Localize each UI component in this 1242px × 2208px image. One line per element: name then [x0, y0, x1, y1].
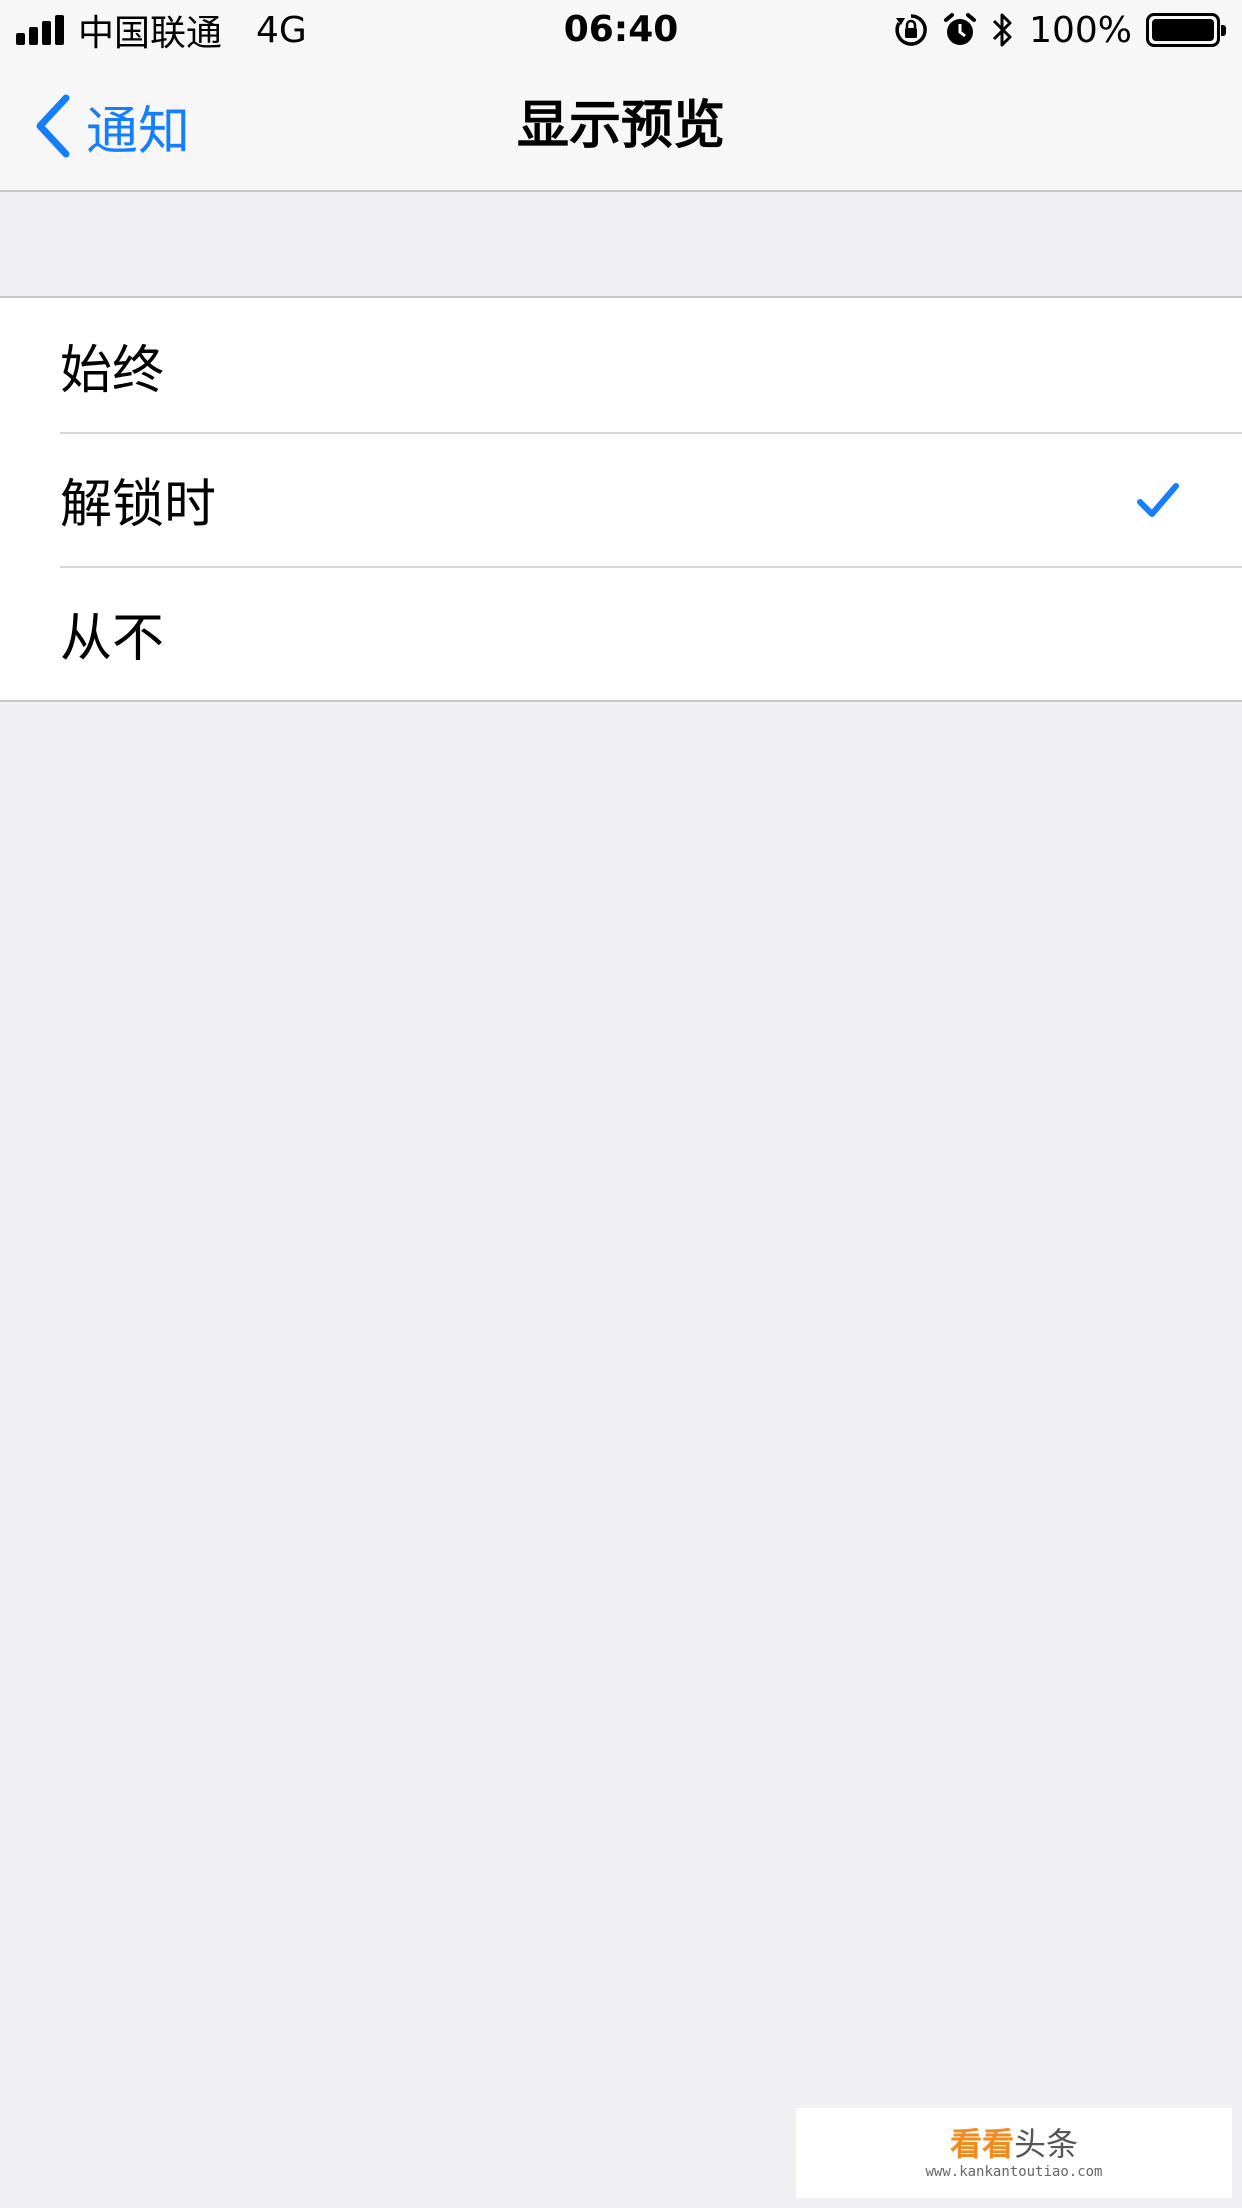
rotation-lock-icon: [895, 14, 927, 46]
checkmark-icon: [1137, 483, 1179, 517]
option-always[interactable]: 始终: [0, 298, 1242, 432]
option-when-unlocked[interactable]: 解锁时: [0, 432, 1242, 566]
preview-options-list: 始终 解锁时 从不: [0, 296, 1242, 702]
battery-percentage: 100%: [1029, 9, 1132, 51]
option-label: 始终: [60, 340, 165, 401]
option-label: 从不: [60, 608, 165, 669]
status-right: 100%: [893, 8, 1226, 52]
watermark-url: www.kankantoutiao.com: [925, 2164, 1103, 2180]
watermark-logo: 看看头条 www.kankantoutiao.com: [796, 2108, 1232, 2198]
watermark-brand: 看看头条: [950, 2126, 1078, 2162]
battery-icon: [1146, 13, 1226, 47]
status-bar: 中国联通 4G 06:40 100%: [0, 0, 1242, 60]
watermark-brand-a: 看看: [949, 2125, 1014, 2163]
navigation-bar: 通知 显示预览: [0, 60, 1242, 192]
page-title: 显示预览: [516, 96, 725, 156]
option-never[interactable]: 从不: [0, 566, 1242, 700]
alarm-icon: [944, 13, 977, 45]
option-label: 解锁时: [60, 474, 217, 535]
bluetooth-icon: [993, 13, 1012, 47]
watermark-brand-b: 头条: [1014, 2125, 1079, 2163]
